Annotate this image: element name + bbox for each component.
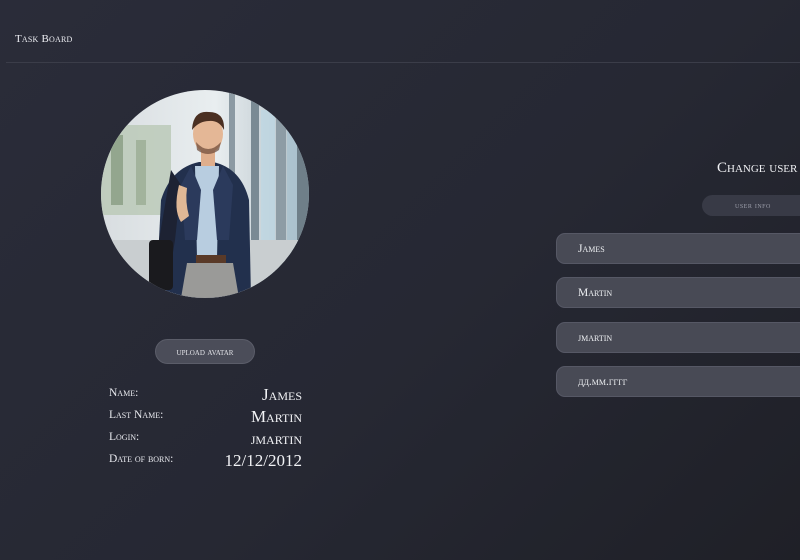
- name-value: James: [262, 385, 302, 404]
- login-label: Login:: [109, 431, 140, 443]
- info-row-lastname: Last Name: Martin: [109, 407, 302, 431]
- lastname-label: Last Name:: [109, 409, 164, 421]
- first-name-input[interactable]: [556, 233, 800, 264]
- name-label: Name:: [109, 387, 139, 399]
- app-title[interactable]: Task Board: [15, 33, 72, 45]
- tab-user-info[interactable]: user info: [702, 195, 800, 216]
- header-divider: [6, 62, 800, 63]
- avatar-photo: [101, 90, 309, 298]
- info-row-login: Login: jmartin: [109, 429, 302, 453]
- dob-label: Date of born:: [109, 453, 174, 465]
- upload-avatar-button[interactable]: upload avatar: [155, 339, 255, 364]
- login-value: jmartin: [250, 429, 302, 448]
- avatar: [101, 90, 309, 298]
- info-row-name: Name: James: [109, 385, 302, 409]
- change-user-title: Change user: [717, 160, 798, 176]
- lastname-value: Martin: [250, 407, 302, 426]
- top-bar: Task Board: [0, 0, 800, 63]
- last-name-input[interactable]: [556, 277, 800, 308]
- info-row-dob: Date of born: 12/12/2012: [109, 451, 302, 475]
- dob-value: 12/12/2012: [224, 451, 302, 470]
- login-input[interactable]: [556, 322, 800, 353]
- date-of-birth-input[interactable]: [556, 366, 800, 397]
